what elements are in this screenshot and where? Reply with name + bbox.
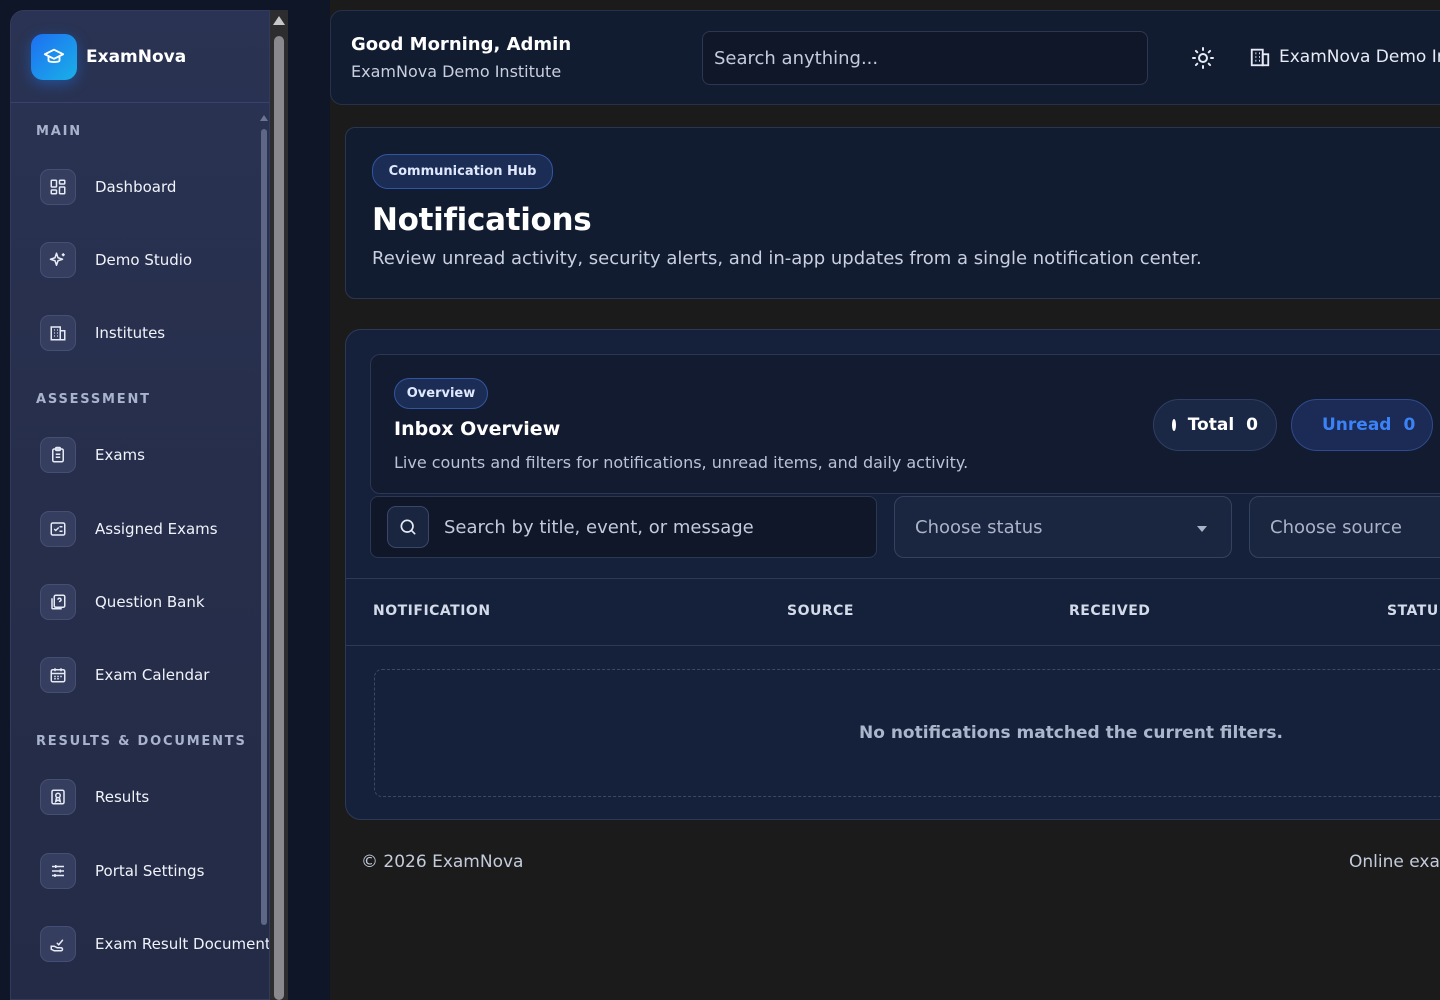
- footer-copyright: © 2026 ExamNova: [361, 852, 524, 872]
- inbox-overview-title: Inbox Overview: [394, 418, 561, 440]
- sidebar-item-label: Question Bank: [95, 593, 205, 611]
- empty-state: No notifications matched the current fil…: [374, 669, 1440, 797]
- inbox-overview-description: Live counts and filters for notification…: [394, 453, 969, 472]
- calendar-icon: [40, 657, 76, 693]
- sidebar-item-institutes[interactable]: Institutes: [40, 313, 269, 353]
- building-icon: [1250, 48, 1270, 67]
- column-status[interactable]: STATU: [1387, 603, 1439, 619]
- sidebar-region: ExamNova MAIN Dashboard Demo Studio Inst…: [0, 0, 330, 1000]
- sparkles-icon: [40, 242, 76, 278]
- section-label-assessment: ASSESSMENT: [36, 392, 151, 407]
- page-description: Review unread activity, security alerts,…: [372, 248, 1202, 269]
- checklist-icon: [40, 511, 76, 547]
- column-notification[interactable]: NOTIFICATION: [373, 603, 491, 619]
- institute-switcher[interactable]: ExamNova Demo In: [1249, 46, 1440, 68]
- communication-hub-badge: Communication Hub: [372, 154, 553, 189]
- source-select[interactable]: Choose source: [1249, 496, 1440, 558]
- scroll-up-arrow-icon[interactable]: [260, 115, 268, 121]
- column-received[interactable]: RECEIVED: [1069, 603, 1150, 619]
- sidebar-scroll-thumb[interactable]: [261, 129, 267, 925]
- notification-search-input[interactable]: Search by title, event, or message: [370, 496, 877, 558]
- sidebar-item-label: Demo Studio: [95, 251, 193, 269]
- sidebar-item-results[interactable]: Results: [40, 777, 269, 817]
- column-source[interactable]: SOURCE: [787, 603, 854, 619]
- sidebar-item-exam-result-documents[interactable]: Exam Result Document: [40, 924, 270, 964]
- sidebar-item-assigned-exams[interactable]: Assigned Exams: [40, 509, 269, 549]
- building-icon: [40, 315, 76, 351]
- section-label-results: RESULTS & DOCUMENTS: [36, 734, 247, 749]
- brand-name: ExamNova: [86, 46, 187, 67]
- sidebar: ExamNova MAIN Dashboard Demo Studio Inst…: [10, 10, 270, 1000]
- sidebar-item-label: Institutes: [95, 324, 166, 342]
- status-select[interactable]: Choose status: [894, 496, 1232, 558]
- notification-search-placeholder: Search by title, event, or message: [444, 516, 754, 538]
- global-search-placeholder: Search anything...: [714, 47, 879, 69]
- unread-value: 0: [1403, 415, 1416, 435]
- graduation-cap-icon: [31, 33, 77, 80]
- total-dot-icon: [1172, 419, 1176, 431]
- footer-tagline: Online exar: [1349, 852, 1440, 872]
- scroll-up-arrow-icon[interactable]: [273, 16, 285, 25]
- sidebar-item-dashboard[interactable]: Dashboard: [40, 167, 269, 207]
- top-bar: Good Morning, Admin ExamNova Demo Instit…: [330, 10, 1440, 105]
- sidebar-item-label: Exams: [95, 446, 145, 464]
- unread-label: Unread: [1322, 415, 1392, 435]
- total-count-chip[interactable]: Total 0: [1153, 399, 1277, 451]
- sidebar-item-question-bank[interactable]: Question Bank: [40, 582, 269, 622]
- institute-switcher-label: ExamNova Demo In: [1279, 47, 1440, 67]
- unread-count-chip[interactable]: Unread 0: [1291, 399, 1433, 451]
- total-label: Total: [1187, 415, 1235, 435]
- total-value: 0: [1246, 415, 1258, 435]
- notifications-panel: Overview Inbox Overview Live counts and …: [345, 329, 1440, 820]
- sliders-icon: [40, 853, 76, 889]
- question-icon: [40, 584, 76, 620]
- page-header-card: Communication Hub Notifications Review u…: [345, 127, 1440, 299]
- sidebar-item-exams[interactable]: Exams: [40, 435, 269, 475]
- sidebar-item-label: Assigned Exams: [95, 520, 218, 538]
- sidebar-item-portal-settings[interactable]: Portal Settings: [40, 851, 269, 891]
- search-icon: [400, 519, 416, 535]
- chevron-down-icon: [1197, 526, 1207, 532]
- greeting: Good Morning, Admin: [351, 34, 572, 55]
- section-label-main: MAIN: [36, 124, 82, 139]
- dashboard-icon: [40, 169, 76, 205]
- sun-icon: [1192, 47, 1214, 69]
- page-scrollbar[interactable]: [270, 10, 288, 1000]
- source-select-placeholder: Choose source: [1270, 516, 1402, 538]
- page-scroll-thumb[interactable]: [274, 36, 284, 1000]
- table-header: NOTIFICATION SOURCE RECEIVED STATU: [346, 578, 1440, 646]
- sidebar-item-label: Exam Calendar: [95, 666, 210, 684]
- sidebar-scrollbar[interactable]: [260, 115, 268, 925]
- sidebar-item-label: Dashboard: [95, 178, 177, 196]
- hand-document-icon: [40, 926, 76, 962]
- empty-state-message: No notifications matched the current fil…: [859, 723, 1283, 743]
- sidebar-item-exam-calendar[interactable]: Exam Calendar: [40, 655, 269, 695]
- sidebar-item-label: Portal Settings: [95, 862, 205, 880]
- brand[interactable]: ExamNova: [11, 11, 269, 103]
- award-icon: [40, 779, 76, 815]
- status-select-placeholder: Choose status: [915, 516, 1043, 538]
- inbox-overview-card: Overview Inbox Overview Live counts and …: [370, 354, 1440, 494]
- sidebar-item-demo-studio[interactable]: Demo Studio: [40, 240, 269, 280]
- sidebar-item-label: Exam Result Document: [95, 935, 270, 953]
- theme-toggle-button[interactable]: [1181, 41, 1225, 75]
- institute-name: ExamNova Demo Institute: [351, 62, 562, 81]
- sidebar-item-label: Results: [95, 788, 150, 806]
- page-title: Notifications: [372, 202, 592, 238]
- global-search-input[interactable]: Search anything...: [702, 31, 1148, 85]
- search-button[interactable]: [387, 506, 429, 548]
- overview-badge: Overview: [394, 378, 488, 409]
- clipboard-icon: [40, 437, 76, 473]
